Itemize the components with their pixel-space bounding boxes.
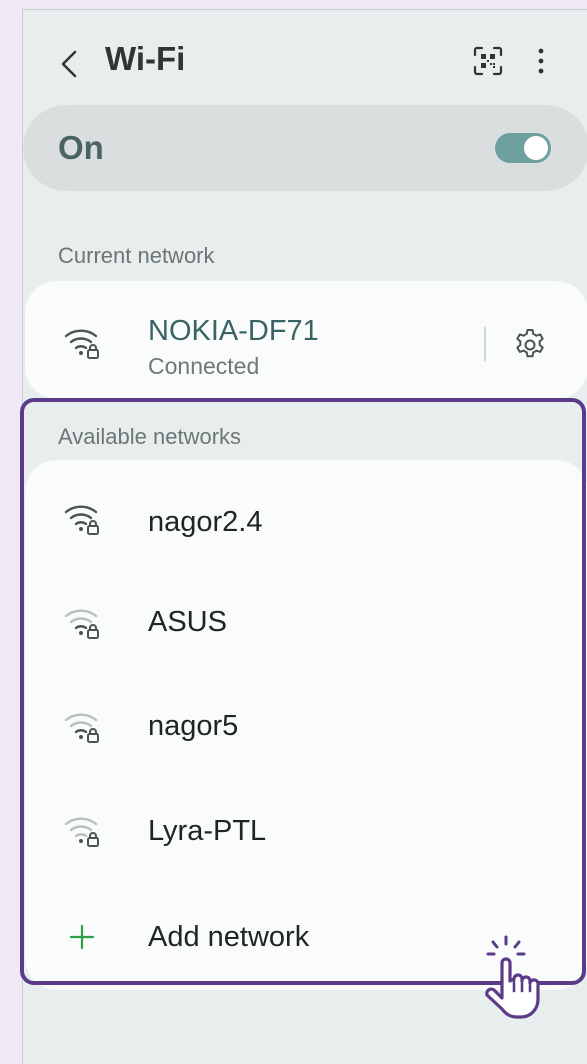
- back-icon[interactable]: [55, 46, 83, 82]
- add-network-label: Add network: [148, 921, 310, 953]
- tap-hand-icon: [485, 935, 540, 1019]
- page-title: Wi-Fi: [105, 40, 186, 77]
- wifi-lock-icon: [64, 609, 99, 639]
- network-row-nagor5[interactable]: nagor5: [25, 670, 587, 774]
- wifi-master-toggle-row[interactable]: On: [23, 105, 587, 191]
- wifi-lock-icon: [64, 329, 99, 359]
- qr-scan-icon[interactable]: [471, 44, 505, 78]
- available-networks-heading: Available networks: [58, 424, 242, 449]
- network-name: ASUS: [148, 606, 227, 638]
- network-name: nagor2.4: [148, 506, 263, 538]
- toggle-knob: [524, 136, 548, 160]
- available-networks-card: nagor2.4 ASUS nagor5 Lyra-PTL Add networ…: [25, 460, 587, 990]
- gear-icon[interactable]: [512, 327, 548, 363]
- network-row-nagor2-4[interactable]: nagor2.4: [25, 462, 587, 566]
- network-row-lyra-ptl[interactable]: Lyra-PTL: [25, 774, 587, 878]
- current-network-heading: Current network: [58, 243, 215, 268]
- app-bar: Wi-Fi: [23, 10, 587, 106]
- network-name: nagor5: [148, 710, 239, 742]
- wifi-toggle-switch[interactable]: [495, 133, 551, 163]
- wifi-lock-icon: [64, 713, 99, 743]
- current-network-row[interactable]: NOKIA-DF71 Connected: [25, 287, 587, 391]
- plus-icon: [69, 924, 95, 950]
- settings-screen: Wi-Fi On Current network NOKIA-DF71 Conn…: [22, 9, 587, 1064]
- row-divider: [484, 327, 486, 361]
- wifi-toggle-label: On: [58, 129, 104, 166]
- wifi-lock-icon: [64, 817, 99, 847]
- current-network-name: NOKIA-DF71: [148, 315, 319, 347]
- current-network-card: NOKIA-DF71 Connected: [25, 281, 587, 399]
- network-row-asus[interactable]: ASUS: [25, 566, 587, 670]
- more-options-icon[interactable]: [531, 44, 551, 78]
- current-network-status: Connected: [148, 353, 260, 379]
- network-name: Lyra-PTL: [148, 815, 267, 847]
- wifi-lock-icon: [64, 505, 99, 535]
